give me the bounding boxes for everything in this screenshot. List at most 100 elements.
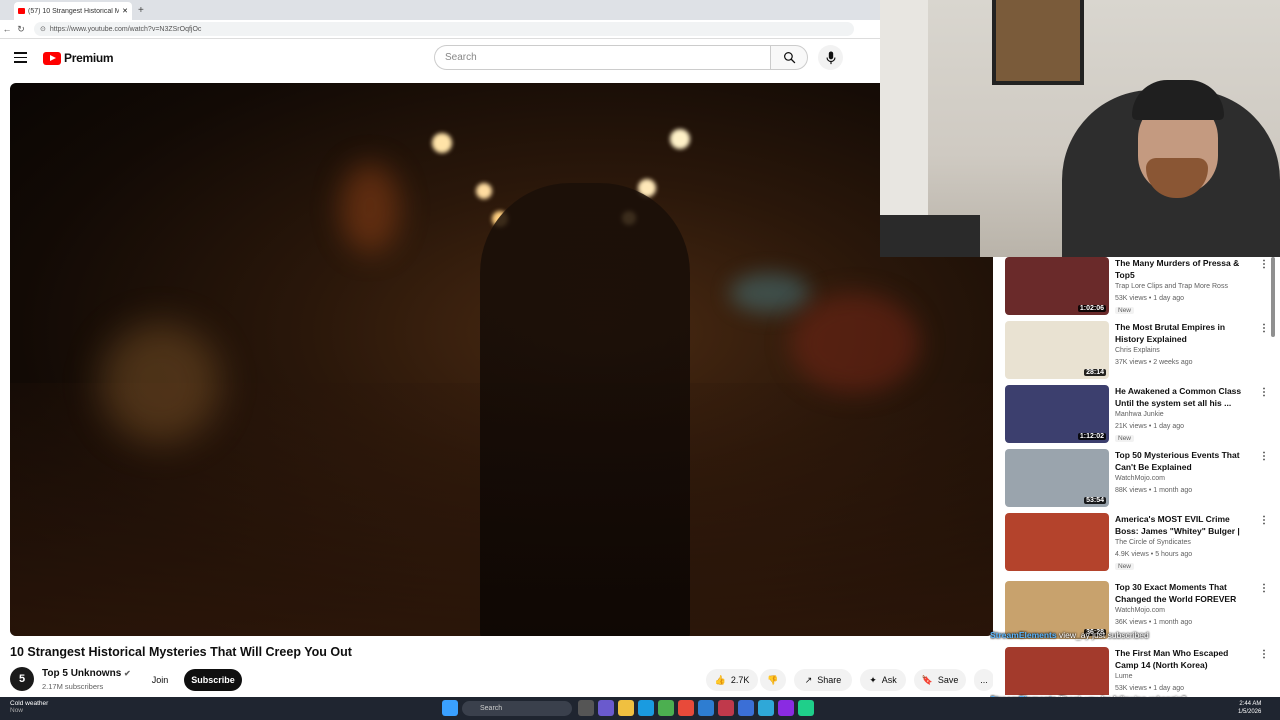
recommendation-title[interactable]: America's MOST EVIL Crime Boss: James "W… <box>1115 513 1247 537</box>
subscriber-count: 2.17M subscribers <box>42 682 104 691</box>
recommendation-title[interactable]: Top 30 Exact Moments That Changed the Wo… <box>1115 581 1247 605</box>
video-duration: 28:14 <box>1084 369 1106 376</box>
video-frame-figure <box>480 183 690 636</box>
app-icon[interactable] <box>738 700 754 716</box>
channel-name[interactable]: Top 5 Unknowns ✔ <box>42 668 131 679</box>
save-label: Save <box>937 675 959 685</box>
clock-date: 1/5/2026 <box>1238 709 1262 715</box>
chat-username[interactable]: StreamElements <box>990 630 1057 640</box>
subscribe-button[interactable]: Subscribe <box>184 669 242 691</box>
app-icon[interactable] <box>718 700 734 716</box>
system-clock[interactable]: 2:44 AM 1/5/2026 <box>1238 700 1261 716</box>
start-icon[interactable] <box>442 700 458 716</box>
weather-widget[interactable]: Cold weather Now <box>10 700 48 714</box>
recommendation-channel[interactable]: WatchMojo.com <box>1115 475 1165 482</box>
video-frame-light <box>432 133 452 153</box>
like-count: 2.7K <box>730 675 750 685</box>
video-duration: 53:54 <box>1084 497 1106 504</box>
clock-time: 2:44 AM <box>1239 701 1262 707</box>
kebab-icon[interactable]: ⋮ <box>1259 583 1269 594</box>
voice-search-button[interactable] <box>818 45 843 70</box>
video-player[interactable] <box>10 83 993 636</box>
channel-avatar[interactable]: 5 <box>10 667 34 691</box>
video-thumbnail[interactable]: 1:02:06 <box>1005 257 1109 315</box>
recommendation-meta: 37K views • 2 weeks ago <box>1115 359 1193 366</box>
save-button[interactable]: 🔖 Save <box>914 669 966 691</box>
recommendation-item[interactable]: America's MOST EVIL Crime Boss: James "W… <box>1005 513 1275 577</box>
join-button[interactable]: Join <box>146 669 174 691</box>
recommendation-title[interactable]: The Many Murders of Pressa & Top5 <box>1115 257 1247 281</box>
video-thumbnail[interactable]: 53:54 <box>1005 449 1109 507</box>
recommendation-item[interactable]: 1:12:02 He Awakened a Common Class Until … <box>1005 385 1275 449</box>
video-frame-glow <box>730 273 810 313</box>
mic-icon <box>825 50 836 64</box>
edge-icon[interactable] <box>638 700 654 716</box>
video-thumbnail[interactable] <box>1005 513 1109 571</box>
video-duration: 1:02:06 <box>1077 305 1106 312</box>
recommendation-meta: 21K views • 1 day ago <box>1115 423 1184 430</box>
recommendation-title[interactable]: He Awakened a Common Class Until the sys… <box>1115 385 1247 409</box>
share-button[interactable]: ↗ Share <box>794 669 852 691</box>
kebab-icon[interactable]: ⋮ <box>1259 323 1269 334</box>
recommendation-item[interactable]: 1:02:06 The Many Murders of Pressa & Top5… <box>1005 257 1275 321</box>
recommendation-title[interactable]: The Most Brutal Empires in History Expla… <box>1115 321 1247 345</box>
recommendation-channel[interactable]: Trap Lore Clips and Trap More Ross <box>1115 283 1228 290</box>
new-tab-button[interactable]: + <box>138 5 144 16</box>
youtube-logo[interactable]: Premium <box>43 51 114 65</box>
recommendation-item[interactable]: 53:54 Top 50 Mysterious Events That Can't… <box>1005 449 1275 513</box>
menu-icon[interactable] <box>14 52 27 63</box>
tab-title: (57) 10 Strangest Historical M <box>28 7 120 15</box>
search-input[interactable]: Search <box>434 45 770 70</box>
logo-text: Premium <box>64 51 114 65</box>
recommendation-title[interactable]: Top 50 Mysterious Events That Can't Be E… <box>1115 449 1247 473</box>
recommendation-meta: 53K views • 1 day ago <box>1115 295 1184 302</box>
video-frame-glow <box>100 323 220 443</box>
chat-message: StreamElements view_ay just subscribed <box>990 630 1280 642</box>
search-button[interactable] <box>770 45 808 70</box>
app-icon[interactable] <box>798 700 814 716</box>
recommendation-item[interactable]: 28:14 The Most Brutal Empires in History … <box>1005 321 1275 385</box>
new-badge: New <box>1115 307 1135 314</box>
video-duration: 1:12:02 <box>1077 433 1106 440</box>
url-text: https://www.youtube.com/watch?v=N3ZSrOqf… <box>49 25 202 33</box>
like-icon: 👍 <box>714 674 726 685</box>
app-icon[interactable] <box>598 700 614 716</box>
kebab-icon[interactable]: ⋮ <box>1259 387 1269 398</box>
chrome-icon[interactable] <box>658 700 674 716</box>
video-thumbnail[interactable]: 1:12:02 <box>1005 385 1109 443</box>
browser-tab[interactable]: (57) 10 Strangest Historical M ✕ <box>14 2 132 20</box>
close-tab-icon[interactable]: ✕ <box>122 7 128 15</box>
ask-button[interactable]: ✦ Ask <box>860 669 906 691</box>
kebab-icon[interactable]: ⋮ <box>1259 259 1269 270</box>
recommendation-meta: 4.9K views • 5 hours ago <box>1115 551 1193 558</box>
video-frame-light <box>476 183 492 199</box>
address-bar[interactable]: ⊙ https://www.youtube.com/watch?v=N3ZSrO… <box>34 22 854 36</box>
taskbar-search[interactable]: Search <box>462 701 572 716</box>
youtube-favicon-icon <box>18 8 25 14</box>
reload-icon[interactable]: ↻ <box>14 24 28 35</box>
browser-navbar: ← ↻ ⊙ https://www.youtube.com/watch?v=N3… <box>0 20 880 39</box>
kebab-icon[interactable]: ⋮ <box>1259 451 1269 462</box>
recommendation-channel[interactable]: Chris Explains <box>1115 347 1160 354</box>
recommendation-channel[interactable]: WatchMojo.com <box>1115 607 1165 614</box>
kebab-icon[interactable]: ⋮ <box>1259 515 1269 526</box>
like-button[interactable]: 👍 2.7K <box>706 669 758 691</box>
video-thumbnail[interactable]: 28:14 <box>1005 321 1109 379</box>
video-title: 10 Strangest Historical Mysteries That W… <box>10 645 352 659</box>
task-view-icon[interactable] <box>578 700 594 716</box>
recommendation-channel[interactable]: The Circle of Syndicates <box>1115 539 1191 546</box>
scrollbar-thumb[interactable] <box>1271 257 1275 337</box>
video-frame-glow <box>790 293 920 393</box>
dislike-icon: 👎 <box>767 674 779 685</box>
video-frame-glow <box>340 163 400 253</box>
app-icon[interactable] <box>678 700 694 716</box>
app-icon[interactable] <box>758 700 774 716</box>
dislike-button[interactable]: 👎 <box>760 669 786 691</box>
file-explorer-icon[interactable] <box>618 700 634 716</box>
back-icon[interactable]: ← <box>0 24 14 34</box>
recommendation-channel[interactable]: Manhwa Junkie <box>1115 411 1164 418</box>
video-frame-light <box>670 129 690 149</box>
app-icon[interactable] <box>778 700 794 716</box>
youtube-play-icon <box>43 51 61 65</box>
app-icon[interactable] <box>698 700 714 716</box>
